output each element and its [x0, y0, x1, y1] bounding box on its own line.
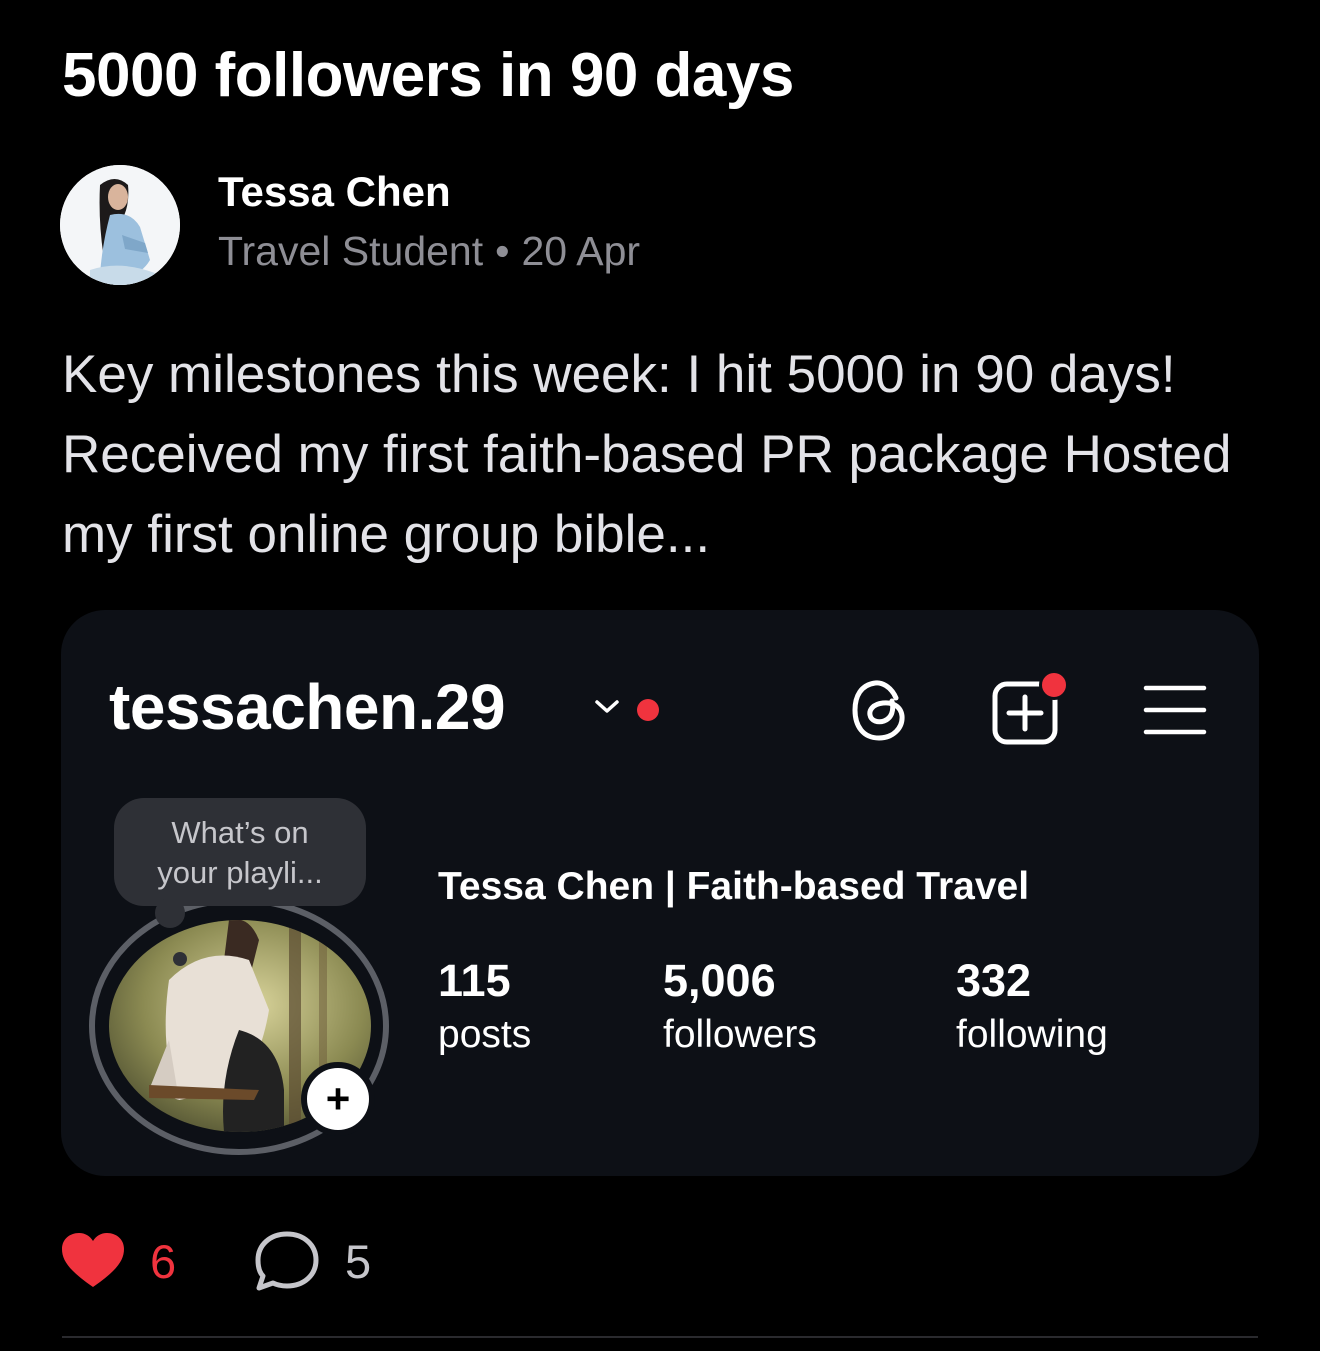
author-name[interactable]: Tessa Chen: [218, 168, 451, 216]
note-tail-small: [173, 952, 187, 966]
ig-full-name: Tessa Chen | Faith-based Travel: [438, 865, 1030, 908]
note-text-line1: What’s on: [171, 815, 309, 850]
author-avatar[interactable]: [60, 165, 180, 285]
new-post-notification-dot: [1039, 670, 1069, 700]
note-tail: [155, 898, 185, 928]
embedded-profile-screenshot[interactable]: tessachen.29 What’s on your playli... + …: [61, 610, 1259, 1176]
author-meta: Travel Student • 20 Apr: [218, 228, 640, 275]
chevron-down-icon: [595, 700, 619, 713]
note-text-line2: your playli...: [157, 855, 323, 890]
post-title: 5000 followers in 90 days: [62, 41, 794, 110]
note-bubble[interactable]: What’s on your playli...: [114, 798, 366, 906]
post-body[interactable]: Key milestones this week: I hit 5000 in …: [62, 335, 1262, 575]
stat-followers[interactable]: 5,006 followers: [663, 955, 817, 1063]
stat-label: followers: [663, 1013, 817, 1056]
heart-icon[interactable]: [60, 1231, 126, 1289]
stat-following[interactable]: 332 following: [956, 955, 1108, 1063]
comment-icon[interactable]: [254, 1230, 320, 1292]
stat-value: 115: [438, 955, 511, 1006]
post-date: 20 Apr: [521, 228, 641, 274]
stat-posts[interactable]: 115 posts: [438, 955, 531, 1063]
stat-value: 332: [956, 955, 1032, 1006]
comment-count[interactable]: 5: [345, 1234, 371, 1289]
stat-label: following: [956, 1013, 1108, 1056]
avatar-photo: [60, 165, 180, 285]
ig-username: tessachen.29: [109, 671, 506, 743]
stat-label: posts: [438, 1013, 532, 1056]
notification-dot: [637, 699, 659, 721]
stat-value: 5,006: [663, 955, 776, 1006]
author-role: Travel Student: [218, 228, 484, 274]
menu-icon: [1143, 685, 1207, 735]
threads-icon: [852, 680, 905, 741]
add-story-button[interactable]: +: [301, 1062, 375, 1136]
divider: [62, 1336, 1258, 1338]
separator-dot: •: [495, 228, 510, 274]
like-count[interactable]: 6: [150, 1234, 176, 1289]
